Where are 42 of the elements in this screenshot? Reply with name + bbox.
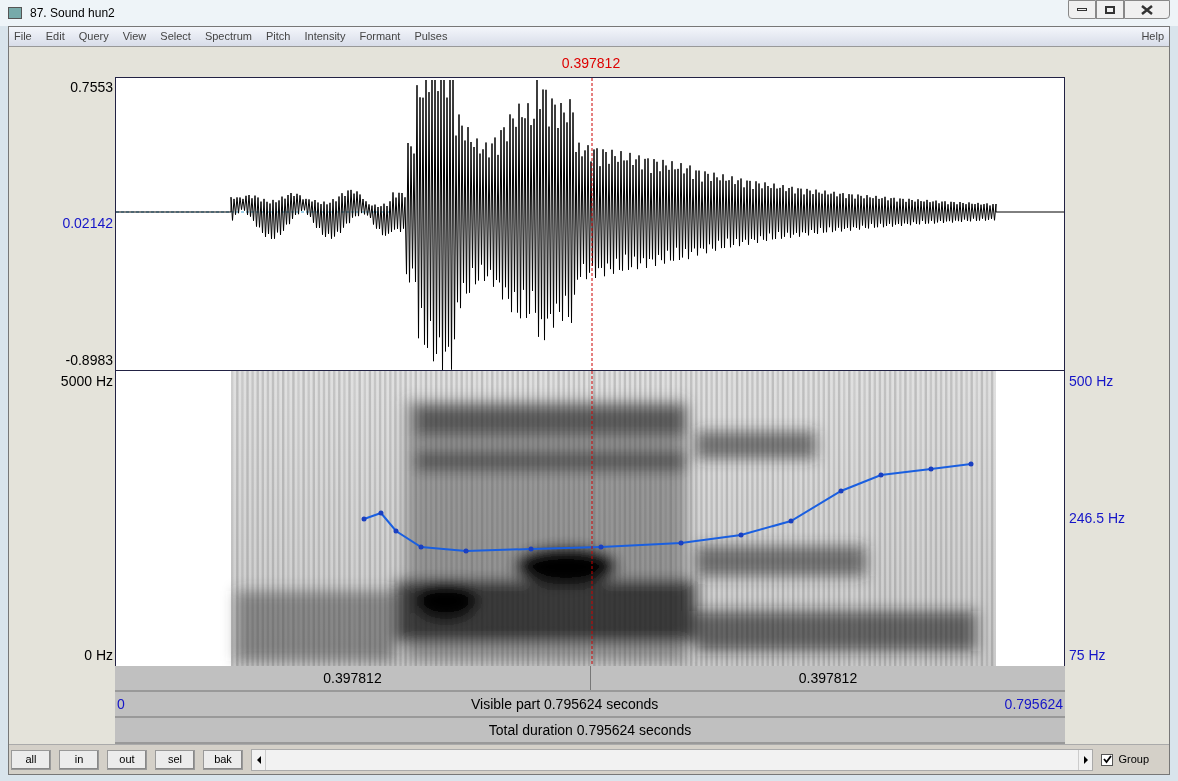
zoom-button[interactable]: out [107, 749, 147, 770]
pitch-mid-label: 246.5 Hz [1069, 509, 1127, 528]
visible-part-bar[interactable]: 0 Visible part 0.795624 seconds 0.795624 [115, 692, 1065, 718]
zoom-button[interactable]: bak [203, 749, 243, 770]
minimize-button[interactable] [1068, 0, 1096, 19]
total-duration-bar[interactable]: Total duration 0.795624 seconds [115, 718, 1065, 744]
pitch-min-label: 75 Hz [1069, 646, 1107, 665]
visible-part-label: Visible part 0.795624 seconds [470, 694, 660, 714]
menu-item[interactable]: Formant [359, 28, 401, 45]
visible-end-label: 0.795624 [1004, 694, 1063, 714]
menu-item[interactable]: Select [160, 28, 191, 45]
horizontal-scrollbar[interactable] [251, 748, 1094, 771]
checkmark-icon [1102, 755, 1112, 764]
menu-item[interactable]: Pulses [414, 28, 448, 45]
menu-item[interactable]: Intensity [304, 28, 346, 45]
menu-item[interactable]: Query [78, 28, 109, 45]
time-segment-bar[interactable]: 0.397812 [115, 666, 591, 690]
zoom-button[interactable]: in [59, 749, 99, 770]
group-label: Group [1118, 752, 1149, 768]
time-segment-bar[interactable]: 0.397812 [591, 666, 1065, 690]
group-checkbox[interactable] [1101, 753, 1114, 766]
zoom-button[interactable]: sel [155, 749, 195, 770]
visible-start-label: 0 [117, 694, 125, 714]
menu-item[interactable]: View [122, 28, 147, 45]
amplitude-max-label: 0.7553 [70, 78, 113, 97]
pitch-max-label: 500 Hz [1069, 372, 1115, 391]
amplitude-center-label: 0.02142 [62, 213, 113, 233]
menu-item[interactable]: Edit [45, 28, 65, 45]
maximize-button[interactable] [1096, 0, 1124, 19]
zoom-button[interactable]: all [11, 749, 51, 770]
cursor-time: 0.397812 [561, 54, 621, 73]
menu-item[interactable]: Help [1141, 28, 1164, 45]
window-icon [8, 7, 22, 19]
menu-item[interactable]: Spectrum [204, 28, 252, 45]
menu-item[interactable]: File [14, 28, 32, 45]
window-title: 87. Sound hun2 [30, 5, 115, 22]
frequency-min-label: 0 Hz [84, 646, 113, 665]
frequency-max-label: 5000 Hz [60, 372, 113, 391]
close-button[interactable] [1124, 0, 1170, 19]
close-icon [1141, 4, 1153, 15]
amplitude-min-label: -0.8983 [65, 351, 113, 370]
menu-item[interactable]: Pitch [266, 28, 291, 45]
